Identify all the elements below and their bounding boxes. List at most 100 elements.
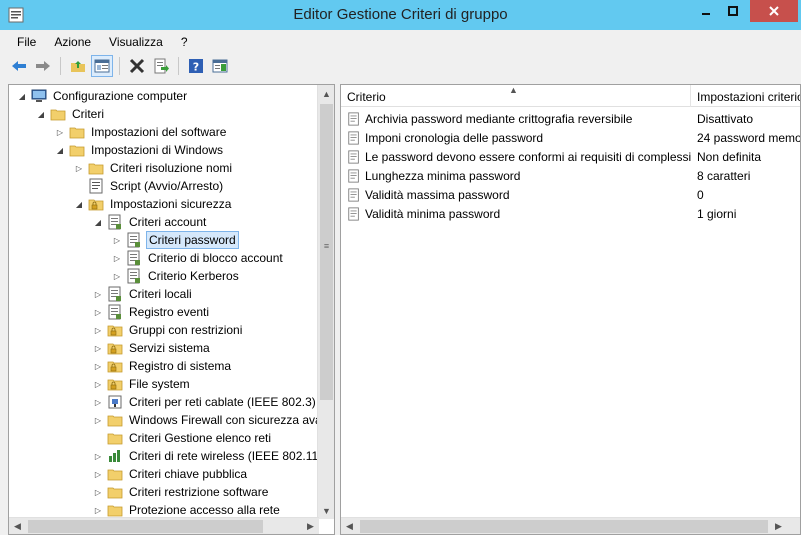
policy-icon xyxy=(108,214,121,230)
scroll-left-icon[interactable]: ◀ xyxy=(9,518,26,534)
tree-item-label: File system xyxy=(129,377,190,391)
tree-item[interactable]: ▷ Criteri per reti cablate (IEEE 802.3) xyxy=(93,393,318,411)
collapsed-arrow-icon[interactable]: ▷ xyxy=(93,339,103,357)
tree-item[interactable]: ▷ Impostazioni del software xyxy=(55,123,228,141)
policy-setting-icon xyxy=(348,111,359,126)
policy-icon xyxy=(127,268,140,284)
tree-item-label: Criteri account xyxy=(129,215,207,229)
list-row[interactable]: Validità massima password 0 xyxy=(341,185,800,204)
folder-icon xyxy=(50,109,66,121)
list-horizontal-scrollbar[interactable]: ◀ ▶ xyxy=(341,517,800,534)
export-list-button[interactable] xyxy=(150,55,172,77)
policy-name: Le password devono essere conformi ai re… xyxy=(365,149,691,164)
collapsed-arrow-icon[interactable]: ▷ xyxy=(112,231,122,249)
tree-item[interactable]: ▷ Criterio di blocco account xyxy=(112,249,285,267)
show-hide-tree-button[interactable] xyxy=(91,55,113,77)
tree-item[interactable]: ◢ Criteri account xyxy=(93,213,208,231)
list-row[interactable]: Le password devono essere conformi ai re… xyxy=(341,147,800,166)
tree-item-label: Script (Avvio/Arresto) xyxy=(110,179,224,193)
tree-item[interactable]: ▷ Criteri password xyxy=(112,231,239,249)
collapsed-arrow-icon[interactable]: ▷ xyxy=(93,357,103,375)
list-row[interactable]: Lunghezza minima password 8 caratteri xyxy=(341,166,800,185)
scroll-right-icon[interactable]: ▶ xyxy=(302,518,319,534)
security-folder-icon xyxy=(107,343,123,355)
tree-item[interactable]: ▷ Criteri chiave pubblica xyxy=(93,465,249,483)
maximize-button[interactable] xyxy=(719,0,746,22)
collapsed-arrow-icon[interactable]: ▷ xyxy=(93,393,103,411)
tree-item[interactable]: ◢ Configurazione computer xyxy=(17,87,189,105)
menu-visualizza[interactable]: Visualizza xyxy=(100,32,172,52)
window-title: Editor Gestione Criteri di gruppo xyxy=(293,6,508,23)
expanded-arrow-icon[interactable]: ◢ xyxy=(36,105,46,123)
scroll-right-icon[interactable]: ▶ xyxy=(770,518,787,534)
tree-item[interactable]: ▷ Criteri di rete wireless (IEEE 802.11) xyxy=(93,447,324,465)
collapsed-arrow-icon[interactable]: ▷ xyxy=(93,321,103,339)
delete-button[interactable] xyxy=(126,55,148,77)
collapsed-arrow-icon[interactable]: ▷ xyxy=(93,465,103,483)
policy-name: Imponi cronologia delle password xyxy=(365,130,544,145)
tree-item[interactable]: ▷ Criteri locali xyxy=(93,285,194,303)
scroll-down-icon[interactable]: ▼ xyxy=(318,502,334,519)
back-button[interactable] xyxy=(8,55,30,77)
list-row[interactable]: Archivia password mediante crittografia … xyxy=(341,109,800,128)
collapsed-arrow-icon[interactable]: ▷ xyxy=(74,159,84,177)
delete-icon xyxy=(129,58,145,74)
tree-vertical-scrollbar[interactable]: ▲ ≡ ▼ xyxy=(317,85,334,519)
folder-icon xyxy=(107,469,123,481)
tree-item[interactable]: ▷ Servizi sistema xyxy=(93,339,212,357)
collapsed-arrow-icon[interactable]: ▷ xyxy=(93,411,103,429)
minimize-button[interactable] xyxy=(693,0,719,22)
policy-setting-icon xyxy=(348,168,359,183)
forward-button[interactable] xyxy=(32,55,54,77)
list-row[interactable]: Imponi cronologia delle password 24 passw… xyxy=(341,128,800,147)
collapsed-arrow-icon[interactable]: ▷ xyxy=(93,303,103,321)
collapsed-arrow-icon[interactable]: ▷ xyxy=(112,249,122,267)
tree-item[interactable]: ▷ Criteri risoluzione nomi xyxy=(74,159,234,177)
collapsed-arrow-icon[interactable]: ▷ xyxy=(93,483,103,501)
tree-item-label: Gruppi con restrizioni xyxy=(129,323,243,337)
column-header-impostazioni[interactable]: Impostazioni criterio di sicurezza xyxy=(691,85,800,107)
expanded-arrow-icon[interactable]: ◢ xyxy=(93,213,103,231)
tree-item[interactable]: ▷ Criteri restrizione software xyxy=(93,483,270,501)
up-folder-button[interactable] xyxy=(67,55,89,77)
tree-item[interactable]: Script (Avvio/Arresto) xyxy=(74,177,225,195)
up-folder-icon xyxy=(71,61,85,72)
expanded-arrow-icon[interactable]: ◢ xyxy=(74,195,84,213)
no-expander xyxy=(74,177,84,195)
tree-item[interactable]: ▷ Registro di sistema xyxy=(93,357,233,375)
collapsed-arrow-icon[interactable]: ▷ xyxy=(55,123,65,141)
tree-item[interactable]: ▷ Registro eventi xyxy=(93,303,211,321)
scroll-thumb[interactable] xyxy=(320,104,333,400)
close-button[interactable] xyxy=(750,0,798,22)
help-button[interactable]: ? xyxy=(185,55,207,77)
scroll-left-icon[interactable]: ◀ xyxy=(341,518,358,534)
collapsed-arrow-icon[interactable]: ▷ xyxy=(93,375,103,393)
scroll-thumb[interactable] xyxy=(28,520,263,533)
collapsed-arrow-icon[interactable]: ▷ xyxy=(112,267,122,285)
collapsed-arrow-icon[interactable]: ▷ xyxy=(93,447,103,465)
tree-item[interactable]: ▷ Criterio Kerberos xyxy=(112,267,241,285)
tree-item[interactable]: ◢ Criteri xyxy=(36,105,106,123)
expanded-arrow-icon[interactable]: ◢ xyxy=(17,87,27,105)
security-folder-icon xyxy=(88,199,104,211)
expanded-arrow-icon[interactable]: ◢ xyxy=(55,141,65,159)
collapsed-arrow-icon[interactable]: ▷ xyxy=(93,285,103,303)
tree-item[interactable]: ▷ File system xyxy=(93,375,192,393)
policy-setting-icon xyxy=(348,130,359,145)
tree-item[interactable]: Criteri Gestione elenco reti xyxy=(93,429,273,447)
properties-view-button[interactable] xyxy=(209,55,231,77)
tree-item[interactable]: ▷ Windows Firewall con sicurezza avanzata xyxy=(93,411,334,429)
menu-help[interactable]: ? xyxy=(172,32,197,52)
policy-icon xyxy=(108,304,121,320)
list-row[interactable]: Validità minima password 1 giorni xyxy=(341,204,800,223)
tree-item[interactable]: ◢ Impostazioni sicurezza xyxy=(74,195,233,213)
scroll-thumb[interactable] xyxy=(360,520,768,533)
tree-item[interactable]: ▷ Gruppi con restrizioni xyxy=(93,321,244,339)
tree-horizontal-scrollbar[interactable]: ◀ ▶ xyxy=(9,517,319,534)
tree-item[interactable]: ◢ Impostazioni di Windows xyxy=(55,141,225,159)
column-header-criterio[interactable]: Criterio ▲ xyxy=(341,85,691,107)
menu-azione[interactable]: Azione xyxy=(45,32,100,52)
scroll-up-icon[interactable]: ▲ xyxy=(318,85,334,102)
menu-file[interactable]: File xyxy=(8,32,45,52)
list-pane: Criterio ▲ Impostazioni criterio di sicu… xyxy=(340,84,801,535)
